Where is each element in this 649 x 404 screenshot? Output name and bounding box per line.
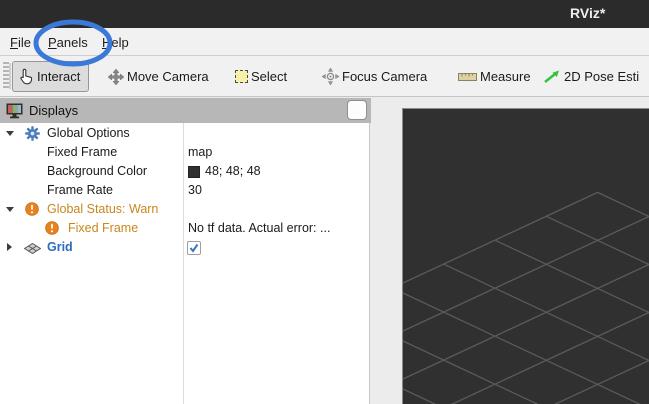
tool-measure[interactable]: Measure: [458, 61, 531, 92]
color-swatch[interactable]: [188, 166, 200, 178]
render-viewport[interactable]: [402, 108, 649, 404]
tool-focus-camera-label: Focus Camera: [342, 69, 427, 84]
tool-measure-label: Measure: [480, 69, 531, 84]
crosshair-icon: [322, 68, 339, 85]
hand-pointer-icon: [18, 68, 34, 85]
tree-row-fixed-frame[interactable]: Fixed Frame map: [0, 144, 369, 161]
tool-interact[interactable]: Interact: [12, 61, 89, 92]
row-value[interactable]: 30: [188, 182, 202, 199]
tree-row-global-options[interactable]: Global Options: [0, 125, 369, 142]
tool-select-label: Select: [251, 69, 287, 84]
tree-row-global-status[interactable]: Global Status: Warn: [0, 201, 369, 218]
tool-focus-camera[interactable]: Focus Camera: [322, 61, 427, 92]
tool-move-camera[interactable]: Move Camera: [108, 61, 209, 92]
toolbar-drag-handle[interactable]: [3, 62, 9, 90]
row-label: Background Color: [47, 163, 147, 180]
window-titlebar: RViz*: [0, 0, 649, 28]
gear-icon: [25, 126, 40, 146]
row-value: No tf data. Actual error: ...: [188, 220, 330, 237]
row-label: Frame Rate: [47, 182, 113, 199]
tool-select[interactable]: Select: [235, 61, 287, 92]
tree-row-grid[interactable]: Grid: [0, 239, 369, 256]
tree-row-frame-rate[interactable]: Frame Rate 30: [0, 182, 369, 199]
tool-interact-label: Interact: [37, 69, 80, 84]
grid-icon: [24, 242, 41, 259]
toolbar: Interact Move Camera Select: [0, 56, 649, 97]
row-value[interactable]: map: [188, 144, 212, 161]
menu-bar: File Panels Help: [0, 28, 649, 56]
window-title: RViz*: [570, 5, 605, 21]
warning-icon: [25, 202, 39, 221]
tool-2d-pose-estimate[interactable]: 2D Pose Esti: [543, 61, 639, 92]
row-label: Fixed Frame: [68, 220, 138, 237]
row-label: Global Options: [47, 125, 130, 142]
panel-float-button[interactable]: [347, 100, 367, 120]
row-label: Fixed Frame: [47, 144, 117, 161]
row-label: Grid: [47, 239, 73, 256]
ground-grid: [403, 109, 649, 404]
warning-icon: [45, 221, 59, 240]
collapse-arrow-icon[interactable]: [6, 207, 14, 212]
displays-panel-header[interactable]: Displays: [0, 98, 371, 123]
pose-arrow-icon: [543, 69, 561, 84]
move-arrows-icon: [108, 69, 124, 85]
menu-file[interactable]: File: [6, 33, 35, 52]
tool-move-camera-label: Move Camera: [127, 69, 209, 84]
collapse-arrow-icon[interactable]: [6, 131, 14, 136]
displays-panel-title: Displays: [29, 103, 78, 118]
tree-row-background-color[interactable]: Background Color 48; 48; 48: [0, 163, 369, 180]
ruler-icon: [458, 71, 477, 82]
selection-box-icon: [235, 70, 248, 83]
row-value[interactable]: 48; 48; 48: [205, 163, 261, 180]
row-label: Global Status: Warn: [47, 201, 158, 218]
menu-panels[interactable]: Panels: [44, 33, 92, 52]
monitor-icon: [6, 103, 23, 119]
tool-2d-pose-estimate-label: 2D Pose Esti: [564, 69, 639, 84]
menu-help[interactable]: Help: [98, 33, 133, 52]
grid-enabled-checkbox[interactable]: [187, 241, 201, 255]
expand-arrow-icon[interactable]: [7, 243, 12, 251]
tree-row-status-fixed-frame[interactable]: Fixed Frame No tf data. Actual error: ..…: [0, 220, 369, 237]
